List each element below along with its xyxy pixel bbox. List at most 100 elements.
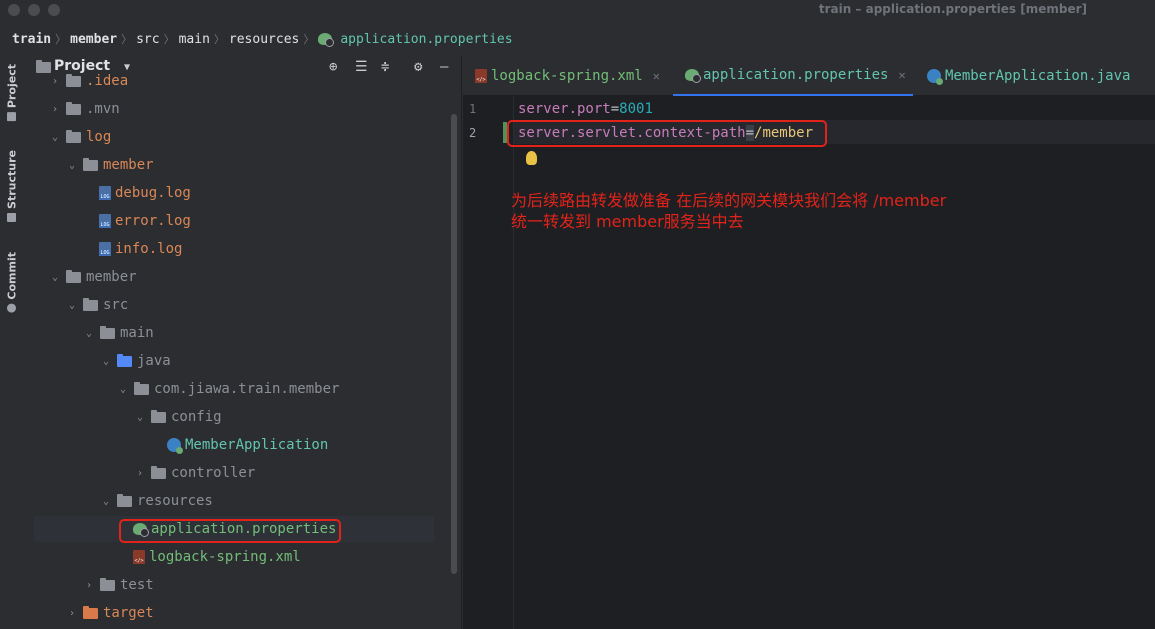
tree-item-label: com.jiawa.train.member: [154, 381, 340, 397]
chevron-down-icon: ⌄: [68, 299, 76, 311]
project-tool-button[interactable]: Project: [2, 64, 22, 122]
gear-icon[interactable]: ⚙: [414, 59, 422, 75]
tree-item-src[interactable]: ⌄ src: [65, 291, 128, 319]
tree-item-label: application.properties: [151, 521, 337, 537]
tree-item-java[interactable]: ⌄ java: [99, 347, 171, 375]
equals-sign: =: [610, 101, 620, 117]
tree-item-log-member[interactable]: ⌄ member: [65, 151, 154, 179]
tab-logback-spring-xml[interactable]: logback-spring.xml ✕: [463, 56, 671, 96]
tree-item-label: member: [103, 157, 154, 173]
tree-item-debug-log[interactable]: debug.log: [99, 179, 191, 207]
maximize-window-button[interactable]: [48, 4, 60, 16]
chevron-down-icon: ⌄: [119, 383, 127, 395]
tree-item-member-application[interactable]: MemberApplication: [167, 431, 328, 459]
tree-item-application-properties[interactable]: application.properties: [133, 515, 336, 543]
window-title: train – application.properties [member]: [818, 2, 1087, 16]
tree-item-info-log[interactable]: info.log: [99, 235, 182, 263]
log-file-icon: [99, 242, 111, 256]
tree-item-label: member: [86, 269, 137, 285]
folder-icon: [100, 325, 115, 339]
breadcrumb-item[interactable]: src: [136, 32, 159, 47]
collapse-all-icon[interactable]: ≑: [381, 59, 389, 75]
minimize-window-button[interactable]: [28, 4, 40, 16]
tree-item-label: log: [86, 129, 112, 145]
line-gutter: 1 2: [463, 96, 513, 629]
package-icon: [151, 409, 166, 423]
commit-tool-label: Commit: [5, 252, 19, 300]
scrollbar[interactable]: [451, 114, 457, 574]
chevron-right-icon: 〉: [55, 33, 67, 46]
tree-item-target[interactable]: › target: [65, 599, 154, 627]
line-number: 2: [469, 126, 477, 140]
breadcrumb-item[interactable]: member: [70, 32, 117, 47]
folder-icon: [66, 129, 81, 143]
vcs-change-marker[interactable]: [503, 122, 507, 143]
tree-item-label: debug.log: [115, 185, 191, 201]
tree-item-label: target: [103, 605, 154, 621]
hide-panel-icon[interactable]: —: [440, 59, 448, 75]
tree-item-logback-spring-xml[interactable]: logback-spring.xml: [133, 543, 301, 571]
tree-item-log[interactable]: ⌄ log: [48, 123, 111, 151]
module-folder-icon: [66, 269, 81, 283]
tree-item-label: resources: [137, 493, 213, 509]
structure-tool-button[interactable]: Structure: [2, 150, 22, 222]
tree-item-label: .mvn: [86, 101, 120, 117]
editor: logback-spring.xml ✕ application.propert…: [463, 56, 1155, 629]
property-key: server.port: [518, 101, 611, 117]
breadcrumb-item[interactable]: train: [12, 32, 51, 47]
chevron-down-icon: ⌄: [102, 495, 110, 507]
chevron-right-icon: ›: [51, 103, 59, 115]
structure-tool-label: Structure: [5, 150, 19, 209]
chevron-right-icon: 〉: [121, 33, 133, 46]
property-value: /member: [754, 125, 814, 141]
annotation-line: 统一转发到 member服务当中去: [511, 212, 744, 231]
tree-item-test[interactable]: › test: [82, 571, 154, 599]
chevron-down-icon: ⌄: [85, 327, 93, 339]
close-icon[interactable]: ✕: [653, 69, 660, 83]
close-icon[interactable]: ✕: [898, 68, 905, 82]
chevron-right-icon: 〉: [163, 33, 175, 46]
tree-item-label: src: [103, 297, 129, 313]
commit-tool-button[interactable]: Commit: [2, 252, 22, 313]
chevron-down-icon: ⌄: [68, 159, 76, 171]
expand-all-icon[interactable]: ☰: [355, 59, 368, 75]
chevron-right-icon: 〉: [213, 33, 225, 46]
close-window-button[interactable]: [8, 4, 20, 16]
tab-label: MemberApplication.java: [945, 68, 1131, 84]
tree-item-mvn[interactable]: › .mvn: [48, 95, 120, 123]
locate-file-icon[interactable]: ⊕: [329, 59, 337, 75]
tree-item-label: .idea: [86, 73, 129, 89]
tree-item-config[interactable]: ⌄ config: [133, 403, 222, 431]
chevron-right-icon: ›: [51, 75, 59, 87]
chevron-down-icon: ⌄: [102, 355, 110, 367]
tree-item-label: java: [137, 353, 171, 369]
code-line-2[interactable]: server.servlet.context-path=/member: [518, 125, 813, 141]
property-value: 8001: [619, 101, 653, 117]
tree-item-idea[interactable]: › .idea: [48, 67, 128, 95]
tab-member-application-java[interactable]: MemberApplication.java: [915, 56, 1155, 96]
tree-item-label: controller: [171, 465, 256, 481]
spring-boot-class-icon: [167, 438, 183, 454]
code-line-1[interactable]: server.port=8001: [518, 101, 653, 117]
tree-item-resources[interactable]: ⌄ resources: [99, 487, 213, 515]
project-tool-label: Project: [5, 64, 19, 109]
breadcrumb-item[interactable]: main: [179, 32, 210, 47]
chevron-right-icon: ›: [85, 579, 93, 591]
tree-item-package-member[interactable]: ⌄ com.jiawa.train.member: [116, 375, 339, 403]
gutter-divider: [513, 96, 514, 629]
tree-item-member-module[interactable]: ⌄ member: [48, 263, 137, 291]
tree-item-controller[interactable]: › controller: [133, 459, 255, 487]
folder-icon: [83, 157, 98, 171]
breadcrumb-item[interactable]: resources: [229, 32, 299, 47]
folder-icon: [83, 605, 98, 619]
tree-item-main[interactable]: ⌄ main: [82, 319, 154, 347]
chevron-down-icon: ⌄: [136, 411, 144, 423]
tree-item-error-log[interactable]: error.log: [99, 207, 191, 235]
folder-icon: [83, 297, 98, 311]
lightbulb-icon[interactable]: [526, 151, 537, 165]
editor-tabs: logback-spring.xml ✕ application.propert…: [463, 56, 1155, 96]
structure-icon: [7, 212, 17, 222]
resources-folder-icon: [117, 493, 132, 507]
tab-application-properties[interactable]: application.properties ✕: [673, 56, 913, 96]
breadcrumb-current[interactable]: application.properties: [340, 32, 512, 47]
